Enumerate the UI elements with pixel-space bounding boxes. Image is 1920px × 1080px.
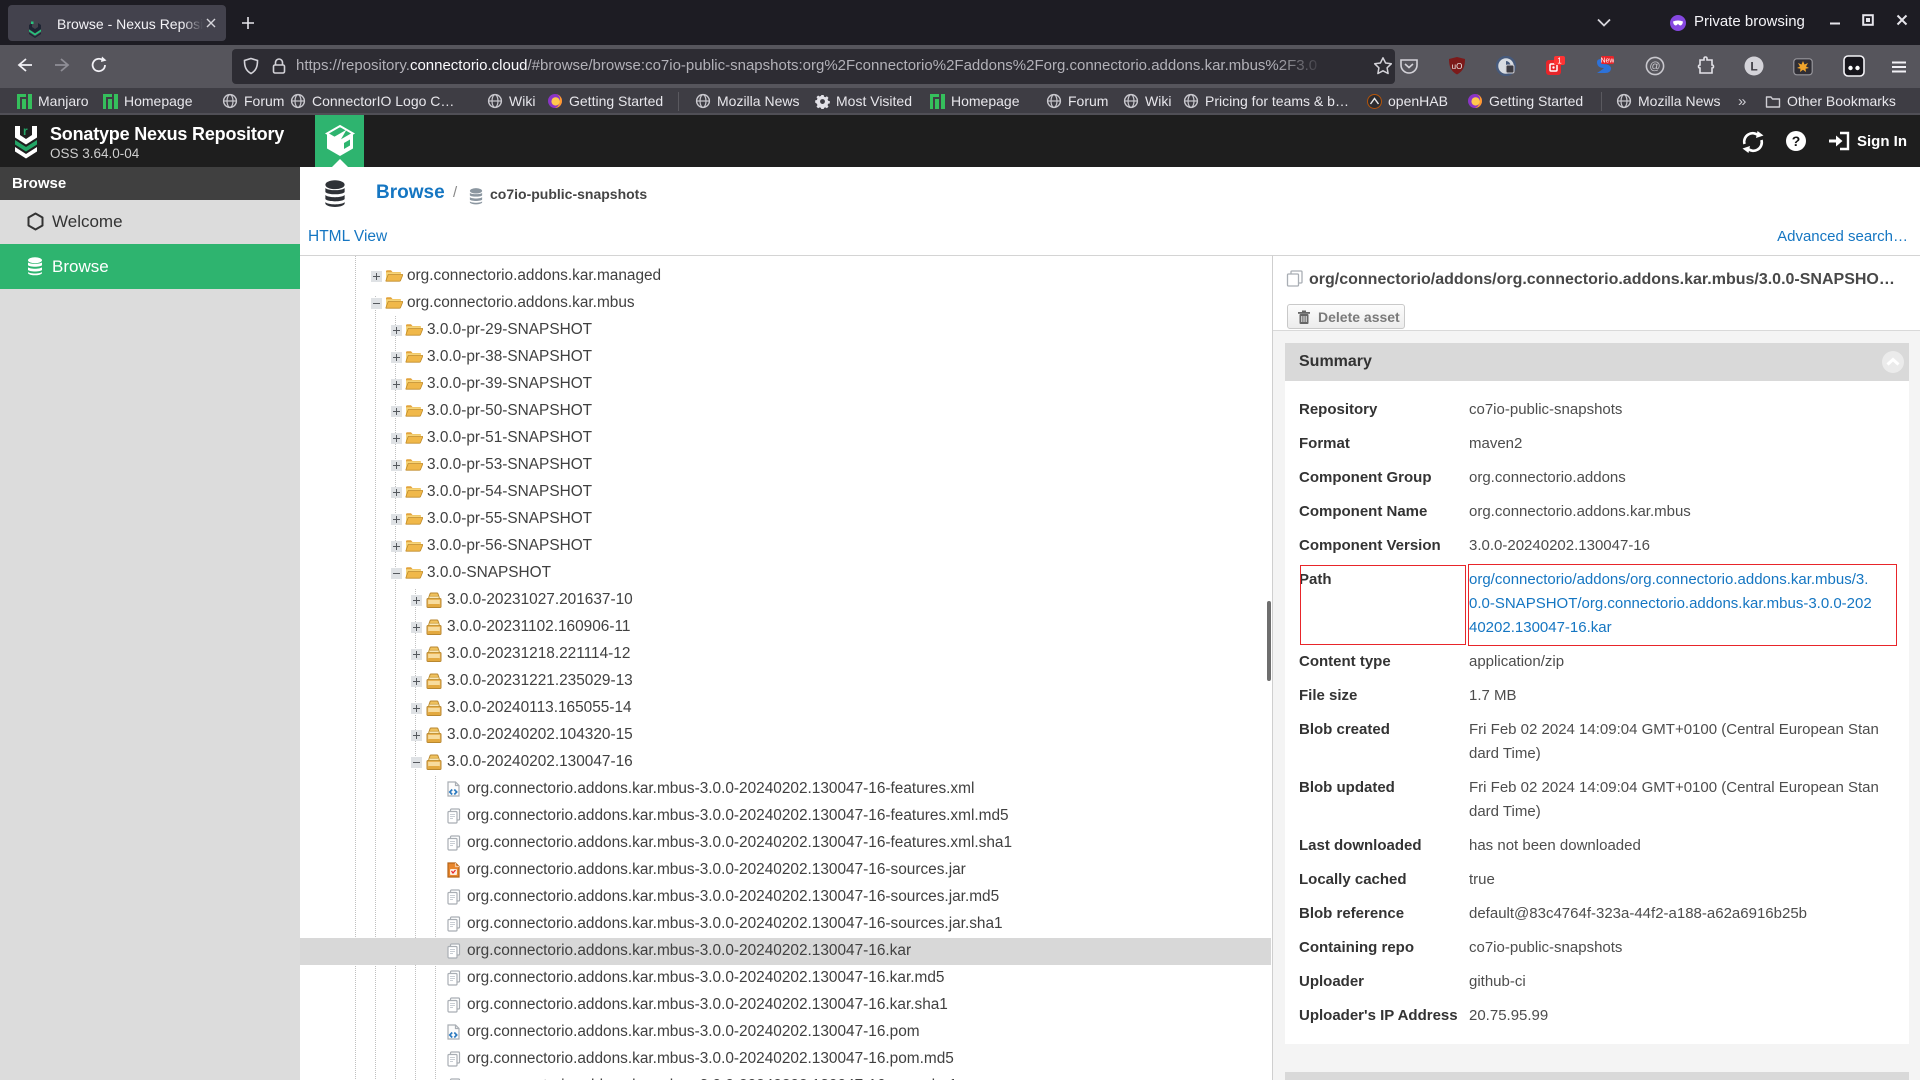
svg-text:@: @ — [1649, 61, 1660, 73]
svg-text:New: New — [1600, 58, 1614, 65]
svg-text:r: r — [23, 124, 28, 138]
svg-text:1: 1 — [1557, 57, 1562, 66]
svg-text:L: L — [1750, 60, 1757, 74]
svg-text:?: ? — [1792, 133, 1801, 149]
svg-text:uO: uO — [1452, 62, 1463, 71]
